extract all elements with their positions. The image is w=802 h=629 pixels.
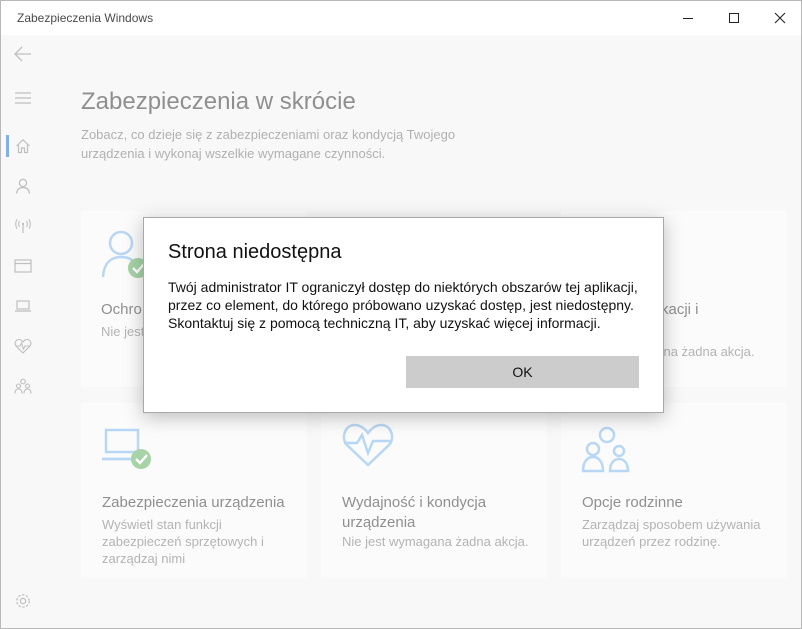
minimize-button[interactable] — [665, 1, 711, 35]
dialog-message: Twój administrator IT ograniczył dostęp … — [168, 279, 638, 331]
app-window: Zabezpieczenia Windows Zabezpieczenia w … — [0, 0, 802, 629]
title-bar[interactable]: Zabezpieczenia Windows — [1, 1, 801, 35]
ok-button[interactable]: OK — [406, 356, 639, 388]
dialog-title: Strona niedostępna — [168, 241, 342, 263]
unavailable-page-dialog: Strona niedostępna Twój administrator IT… — [143, 217, 664, 413]
maximize-button[interactable] — [711, 1, 757, 35]
close-button[interactable] — [757, 1, 801, 35]
close-icon — [774, 12, 786, 24]
minimize-icon — [683, 18, 693, 19]
maximize-icon — [729, 13, 739, 23]
window-title: Zabezpieczenia Windows — [17, 11, 154, 25]
